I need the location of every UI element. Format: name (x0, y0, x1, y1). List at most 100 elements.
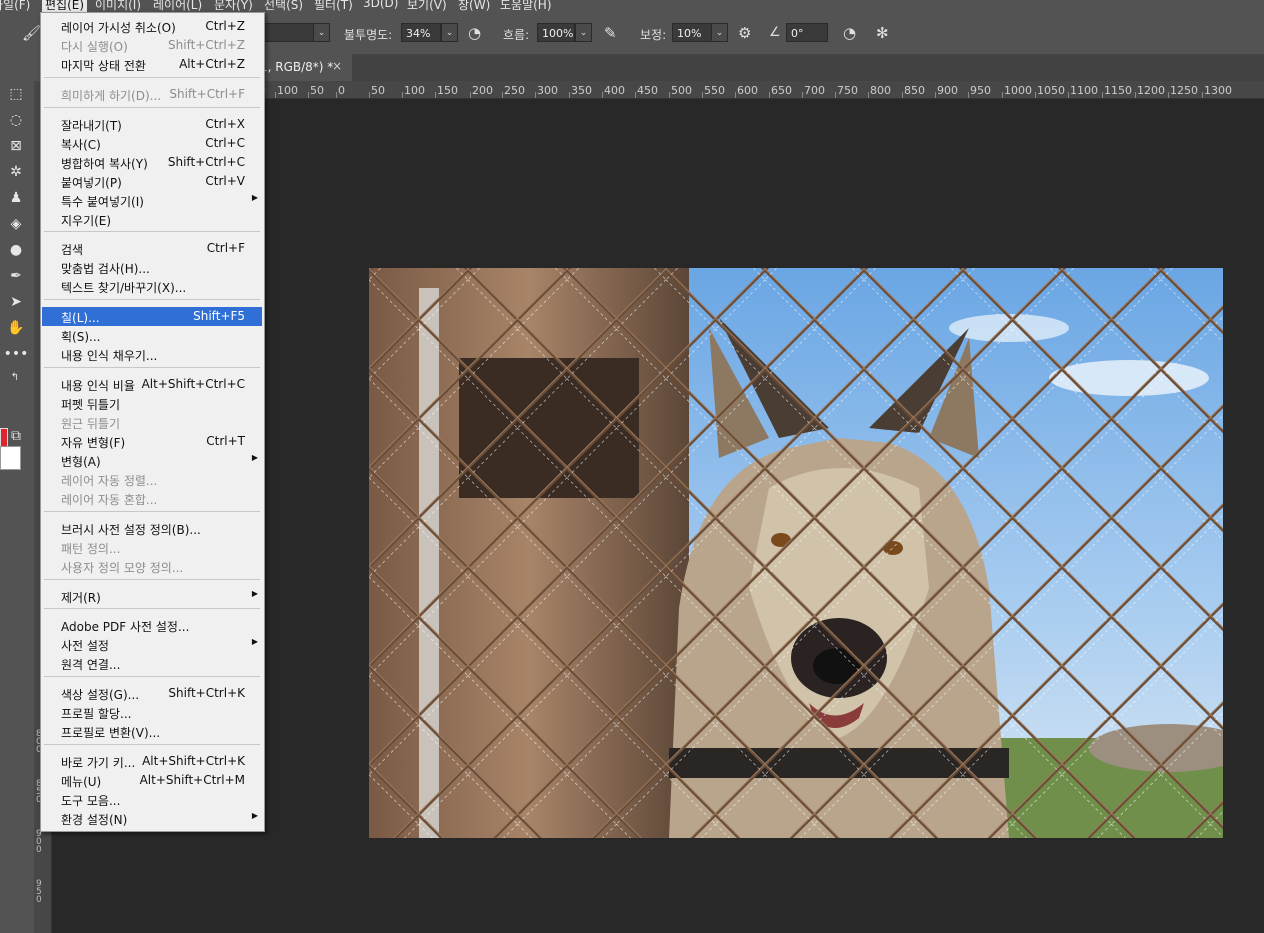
menu-type[interactable]: 문자(Y) (214, 0, 253, 12)
menu-item-purge[interactable]: 제거(R) ▶ (42, 587, 262, 606)
frame-icon[interactable]: ⊠ (3, 136, 29, 156)
smoothing-dropdown-icon[interactable]: ⌄ (711, 23, 728, 42)
menu-item-remote-connections[interactable]: 원격 연결... (42, 654, 262, 673)
menu-item-shortcut: Ctrl+F (206, 241, 245, 255)
flow-field[interactable]: 100% (537, 23, 575, 42)
menu-item-label: 패턴 정의... (61, 542, 121, 556)
menu-item-transform[interactable]: 변형(A) ▶ (42, 451, 262, 470)
menu-item-copy[interactable]: 복사(C) Ctrl+C (42, 134, 262, 153)
submenu-arrow-icon: ▶ (251, 811, 258, 820)
hand-icon[interactable]: ✋ (3, 318, 29, 338)
stamp-icon[interactable]: ♟ (3, 188, 29, 208)
menu-item-label: 원근 뒤틀기 (61, 417, 121, 431)
menu-item-undo[interactable]: 레이어 가시성 취소(O) Ctrl+Z (42, 17, 262, 36)
menu-separator (44, 744, 260, 745)
menu-edit[interactable]: 편집(E) (42, 0, 88, 12)
menu-item-content-aware-fill[interactable]: 내용 인식 채우기... (42, 345, 262, 364)
menu-file[interactable]: 파일(F) (0, 0, 30, 12)
menu-item-free-transform[interactable]: 자유 변형(F) Ctrl+T (42, 432, 262, 451)
menu-item-puppet-warp[interactable]: 퍼펫 뒤틀기 (42, 394, 262, 413)
menu-item-stroke[interactable]: 획(S)... (42, 326, 262, 345)
menu-item-auto-align-layers: 레이어 자동 정렬... (42, 470, 262, 489)
menu-layer[interactable]: 레이어(L) (153, 0, 202, 12)
ruler-label: 50 (310, 84, 324, 97)
gear-icon[interactable]: ⚙ (738, 24, 751, 42)
close-icon[interactable]: × (332, 59, 342, 73)
menu-item-label: 프로필 할당... (61, 707, 132, 721)
ruler-tick (968, 92, 969, 98)
angle-field[interactable]: 0° (786, 23, 828, 42)
background-color-swatch[interactable] (0, 446, 21, 470)
airbrush-icon[interactable]: ✎ (604, 24, 617, 42)
vertical-ruler-label: 950 (36, 879, 42, 905)
ruler-label: 50 (371, 84, 385, 97)
menu-item-shortcut: Alt+Shift+Ctrl+C (141, 377, 245, 391)
menu-item-find-replace-text[interactable]: 텍스트 찾기/바꾸기(X)... (42, 277, 262, 296)
menu-item-paste-special[interactable]: 특수 붙여넣기(I) ▶ (42, 191, 262, 210)
quick-select-icon[interactable]: ◌ (3, 110, 29, 130)
menu-item-assign-profile[interactable]: 프로필 할당... (42, 703, 262, 722)
menu-item-preferences[interactable]: 환경 설정(N) ▶ (42, 809, 262, 828)
menu-item-fill[interactable]: 칠(L)... Shift+F5 (42, 307, 262, 326)
opacity-field[interactable]: 34% (401, 23, 441, 42)
ruler-label: 500 (671, 84, 692, 97)
ruler-label: 600 (737, 84, 758, 97)
menu-item-redo: 다시 실행(O) Shift+Ctrl+Z (42, 36, 262, 55)
menu-item-define-brush-preset[interactable]: 브러시 사전 설정 정의(B)... (42, 519, 262, 538)
menu-item-shortcut: Ctrl+V (205, 174, 245, 188)
menu-image[interactable]: 이미지(I) (95, 0, 141, 12)
menu-item-menus[interactable]: 메뉴(U) Alt+Shift+Ctrl+M (42, 771, 262, 790)
ruler-tick (569, 92, 570, 98)
menu-item-auto-blend-layers: 레이어 자동 혼합... (42, 489, 262, 508)
menu-item-label: 도구 모음... (61, 794, 121, 808)
menu-view[interactable]: 보기(V) (407, 0, 447, 12)
menu-3d[interactable]: 3D(D) (363, 0, 398, 10)
screen-mode-icon[interactable]: ⧉ (3, 426, 29, 446)
pressure-size-icon[interactable]: ◔ (843, 24, 856, 42)
menu-item-content-aware-scale[interactable]: 내용 인식 비율 Alt+Shift+Ctrl+C (42, 375, 262, 394)
ruler-tick (1002, 92, 1003, 98)
ruler-tick (769, 92, 770, 98)
canvas-image[interactable] (369, 268, 1223, 838)
menu-item-toolbar[interactable]: 도구 모음... (42, 790, 262, 809)
spot-heal-icon[interactable]: ✲ (3, 162, 29, 182)
opacity-dropdown-icon[interactable]: ⌄ (441, 23, 458, 42)
menu-item-shortcut: Ctrl+C (205, 136, 245, 150)
menu-item-search[interactable]: 검색 Ctrl+F (42, 239, 262, 258)
menu-item-keyboard-shortcuts[interactable]: 바로 가기 키... Alt+Shift+Ctrl+K (42, 752, 262, 771)
more-tools-icon[interactable]: ••• (3, 344, 29, 364)
menu-item-paste[interactable]: 붙여넣기(P) Ctrl+V (42, 172, 262, 191)
pressure-opacity-icon[interactable]: ◔ (468, 24, 481, 42)
menu-filter[interactable]: 필터(T) (314, 0, 353, 12)
pen-icon[interactable]: ✒ (3, 266, 29, 286)
ruler-label: 1100 (1070, 84, 1098, 97)
menu-separator (44, 231, 260, 232)
menu-item-copy-merged[interactable]: 병합하여 복사(Y) Shift+Ctrl+C (42, 153, 262, 172)
flow-dropdown-icon[interactable]: ⌄ (575, 23, 592, 42)
menu-item-label: 레이어 자동 혼합... (61, 493, 158, 507)
menu-help[interactable]: 도움말(H) (500, 0, 552, 12)
menu-item-color-settings[interactable]: 색상 설정(G)... Shift+Ctrl+K (42, 684, 262, 703)
blur-drop-icon[interactable]: ● (3, 240, 29, 260)
mode-dropdown-icon[interactable]: ⌄ (313, 23, 330, 42)
menu-item-shortcut: Shift+F5 (193, 309, 245, 323)
menu-item-check-spelling[interactable]: 맞춤법 검사(H)... (42, 258, 262, 277)
menu-item-label: 자유 변형(F) (61, 436, 126, 450)
menu-item-clear[interactable]: 지우기(E) (42, 210, 262, 229)
menu-item-convert-to-profile[interactable]: 프로필로 변환(V)... (42, 722, 262, 741)
symmetry-butterfly-icon[interactable]: ✻ (876, 24, 889, 42)
menu-window[interactable]: 창(W) (458, 0, 490, 12)
eraser-icon[interactable]: ◈ (3, 214, 29, 234)
path-select-icon[interactable]: ➤ (3, 292, 29, 312)
menu-item-cut[interactable]: 잘라내기(T) Ctrl+X (42, 115, 262, 134)
marquee-icon[interactable]: ⬚ (3, 84, 29, 104)
menu-select[interactable]: 선택(S) (264, 0, 303, 12)
flow-label: 흐름: (503, 28, 530, 42)
smoothing-field[interactable]: 10% (672, 23, 712, 42)
swap-colors-icon[interactable]: ↰ (8, 368, 22, 388)
brush-tool-icon[interactable]: 🖌 (22, 24, 41, 42)
ruler-label: 1250 (1170, 84, 1198, 97)
menu-item-toggle-last-state[interactable]: 마지막 상태 전환 Alt+Ctrl+Z (42, 55, 262, 74)
menu-item-presets[interactable]: 사전 설정 ▶ (42, 635, 262, 654)
menu-item-adobe-pdf-presets[interactable]: Adobe PDF 사전 설정... (42, 616, 262, 635)
